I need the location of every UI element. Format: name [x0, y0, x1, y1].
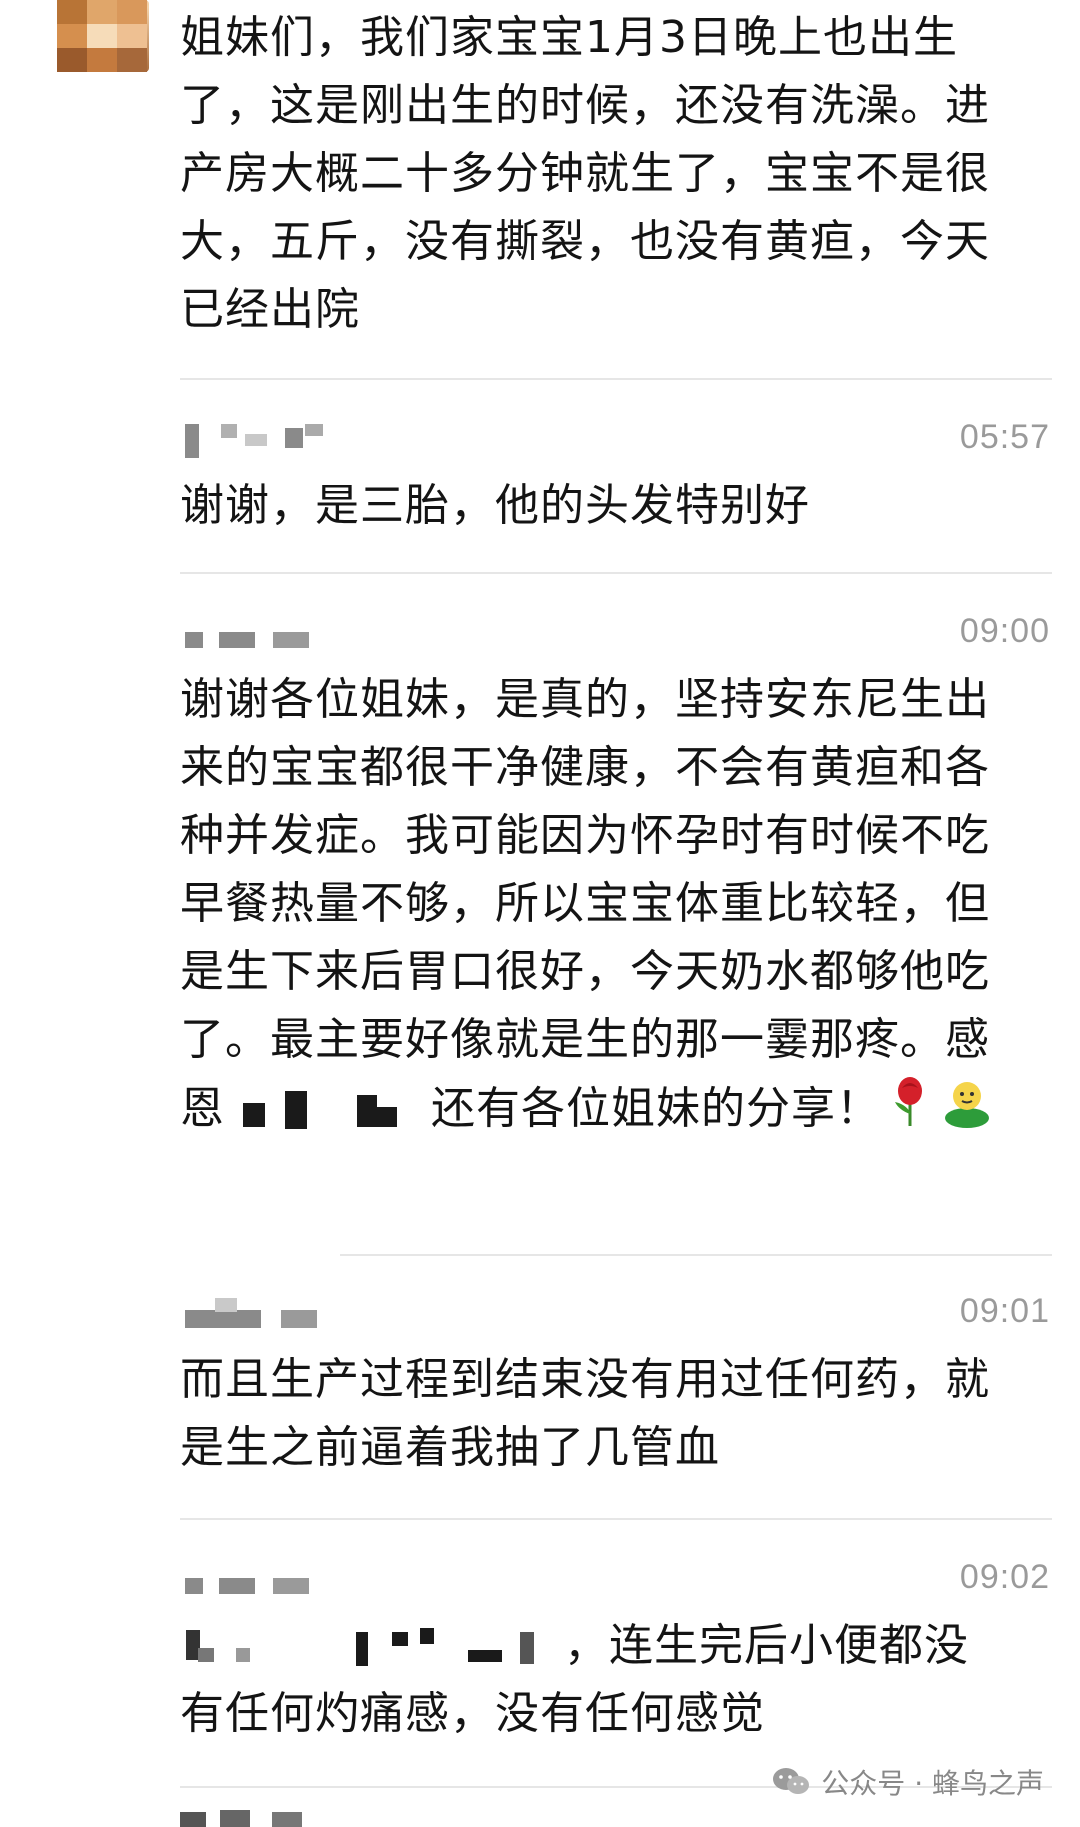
- avatar-pixel: [117, 48, 147, 72]
- message-text: 谢谢各位姐妹，是真的，坚持安东尼生出来的宝宝都很干净健康，不会有黄疸和各种并发症…: [180, 666, 1010, 1148]
- avatar-pixel: [117, 24, 147, 48]
- message-text-part: 谢谢各位姐妹，是真的，坚持安东尼生出来的宝宝都很干净健康，不会有黄疸和各种并发症…: [180, 674, 990, 1134]
- person-emoji: [939, 1074, 995, 1148]
- mention-blurred[interactable]: [233, 1089, 423, 1133]
- next-message-partial: [180, 1808, 330, 1827]
- message-text: ，连生完后小便都没有任何灼痛感，没有任何感觉: [180, 1612, 1010, 1748]
- avatar-pixel: [117, 0, 147, 24]
- avatar-pixel: [57, 48, 87, 72]
- message-text: 姐妹们，我们家宝宝1月3日晚上也出生了，这是刚出生的时候，还没有洗澡。进产房大概…: [180, 12, 990, 335]
- wechat-icon: [771, 1766, 811, 1798]
- sender-name-blurred[interactable]: [185, 1576, 325, 1598]
- avatar-pixel: [87, 0, 117, 24]
- avatar-pixel: [87, 24, 117, 48]
- message-text: 而且生产过程到结束没有用过任何药，就是生之前逼着我抽了几管血: [180, 1354, 990, 1473]
- avatar-pixel: [57, 0, 87, 24]
- watermark: 公众号 · 蜂鸟之声: [771, 1762, 1044, 1802]
- timestamp: 05:57: [959, 418, 1050, 456]
- message-text-part: 还有各位姐妹的分享！: [431, 1083, 881, 1134]
- divider: [340, 1254, 1052, 1256]
- timestamp: 09:00: [959, 612, 1050, 650]
- divider: [180, 1518, 1052, 1520]
- sender-name-blurred[interactable]: [185, 1298, 325, 1328]
- message-text: 谢谢，是三胎，他的头发特别好: [180, 480, 810, 531]
- timestamp: 09:01: [959, 1292, 1050, 1330]
- content-blurred: [180, 1626, 560, 1670]
- watermark-text: 公众号 · 蜂鸟之声: [821, 1767, 1044, 1800]
- avatar[interactable]: [57, 0, 149, 72]
- rose-emoji: [887, 1074, 933, 1148]
- sender-name-blurred[interactable]: [185, 630, 325, 652]
- sender-name-blurred[interactable]: [185, 424, 335, 458]
- timestamp: 09:02: [959, 1558, 1050, 1596]
- avatar-pixel: [87, 48, 117, 72]
- avatar-pixel: [57, 24, 87, 48]
- divider: [180, 572, 1052, 574]
- divider: [180, 378, 1052, 380]
